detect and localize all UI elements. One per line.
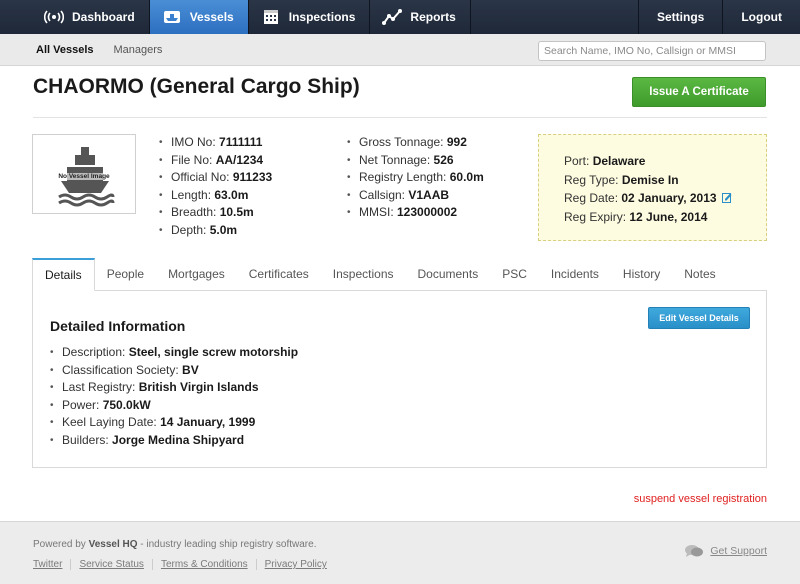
divider (33, 117, 767, 118)
get-support-label: Get Support (710, 545, 767, 557)
tab-documents[interactable]: Documents (406, 258, 491, 290)
ship-icon (163, 11, 180, 23)
vessel-image: No Vessel Image (32, 134, 136, 214)
spec-depth: Depth: 5.0m (159, 222, 272, 240)
vessel-specs-secondary: Gross Tonnage: 992 Net Tonnage: 526 Regi… (347, 134, 484, 222)
tab-history[interactable]: History (611, 258, 672, 290)
tab-notes[interactable]: Notes (672, 258, 727, 290)
reg-expiry: Reg Expiry: 12 June, 2014 (564, 209, 708, 224)
suspend-registration-link[interactable]: suspend vessel registration (634, 493, 767, 505)
nav-inspections[interactable]: Inspections (249, 0, 371, 34)
chat-bubbles-icon (685, 545, 704, 557)
broadcast-icon (44, 10, 64, 24)
nav-reports-label: Reports (410, 10, 456, 24)
tab-people[interactable]: People (95, 258, 156, 290)
spec-callsign: Callsign: V1AAB (347, 187, 484, 205)
spec-imo: IMO No: 7111111 (159, 134, 272, 152)
details-panel: Detailed Information Edit Vessel Details… (32, 290, 767, 468)
detail-description: Description: Steel, single screw motorsh… (50, 344, 298, 362)
tab-inspections[interactable]: Inspections (321, 258, 406, 290)
spec-mmsi: MMSI: 123000002 (347, 204, 484, 222)
nav-vessels-label: Vessels (189, 10, 234, 24)
tab-mortgages[interactable]: Mortgages (156, 258, 237, 290)
detail-keel-date: Keel Laying Date: 14 January, 1999 (50, 414, 298, 432)
powered-by: Powered by Vessel HQ - industry leading … (33, 539, 317, 550)
edit-vessel-details-button[interactable]: Edit Vessel Details (648, 307, 750, 329)
nav-dashboard-label: Dashboard (72, 10, 135, 24)
spec-official-no: Official No: 911233 (159, 169, 272, 187)
vessel-image-caption: No Vessel Image (58, 172, 110, 180)
footer-links: Twitter Service Status Terms & Condition… (33, 559, 335, 570)
nav-inspections-label: Inspections (288, 10, 356, 24)
spec-registry-length: Registry Length: 60.0m (347, 169, 484, 187)
footer-link-service-status[interactable]: Service Status (70, 559, 151, 570)
detail-power: Power: 750.0kW (50, 397, 298, 415)
vessel-specs-primary: IMO No: 7111111 File No: AA/1234 Officia… (159, 134, 272, 240)
tab-certificates[interactable]: Certificates (237, 258, 321, 290)
spec-net-tonnage: Net Tonnage: 526 (347, 152, 484, 170)
nav-logout[interactable]: Logout (722, 0, 800, 34)
nav-reports[interactable]: Reports (370, 0, 471, 34)
footer-link-terms[interactable]: Terms & Conditions (151, 559, 256, 570)
details-title: Detailed Information (50, 318, 186, 334)
tab-psc[interactable]: PSC (490, 258, 539, 290)
spec-length: Length: 63.0m (159, 187, 272, 205)
detail-classification: Classification Society: BV (50, 362, 298, 380)
nav-dashboard[interactable]: Dashboard (0, 0, 150, 34)
tab-details[interactable]: Details (32, 258, 95, 291)
issue-certificate-button[interactable]: Issue A Certificate (632, 77, 766, 107)
get-support-link[interactable]: Get Support (684, 544, 767, 558)
page-title: CHAORMO (General Cargo Ship) (33, 75, 360, 98)
nav-vessels[interactable]: Vessels (149, 0, 249, 34)
search-input[interactable] (538, 41, 766, 61)
detail-last-registry: Last Registry: British Virgin Islands (50, 379, 298, 397)
top-nav: Dashboard Vessels Inspections Reports Se… (0, 0, 800, 34)
spec-breadth: Breadth: 10.5m (159, 204, 272, 222)
spec-file-no: File No: AA/1234 (159, 152, 272, 170)
chart-line-icon (382, 9, 403, 25)
subnav-all-vessels[interactable]: All Vessels (36, 44, 94, 56)
reg-date: Reg Date: 02 January, 2013 (564, 191, 717, 205)
edit-icon[interactable] (722, 192, 732, 203)
reg-type: Reg Type: Demise In (564, 172, 679, 187)
calendar-icon (263, 10, 278, 24)
details-list: Description: Steel, single screw motorsh… (50, 344, 298, 450)
reg-port: Port: Delaware (564, 154, 646, 168)
tab-incidents[interactable]: Incidents (539, 258, 611, 290)
registration-box: Port: Delaware Reg Type: Demise In Reg D… (538, 134, 767, 241)
footer: Powered by Vessel HQ - industry leading … (0, 521, 800, 584)
subnav-managers[interactable]: Managers (114, 44, 163, 56)
spec-gross-tonnage: Gross Tonnage: 992 (347, 134, 484, 152)
detail-builders: Builders: Jorge Medina Shipyard (50, 432, 298, 450)
footer-link-privacy[interactable]: Privacy Policy (255, 559, 335, 570)
nav-settings[interactable]: Settings (638, 0, 722, 34)
footer-link-twitter[interactable]: Twitter (33, 559, 70, 570)
sub-nav: All Vessels Managers (0, 34, 800, 66)
tab-bar: Details People Mortgages Certificates In… (32, 258, 767, 291)
